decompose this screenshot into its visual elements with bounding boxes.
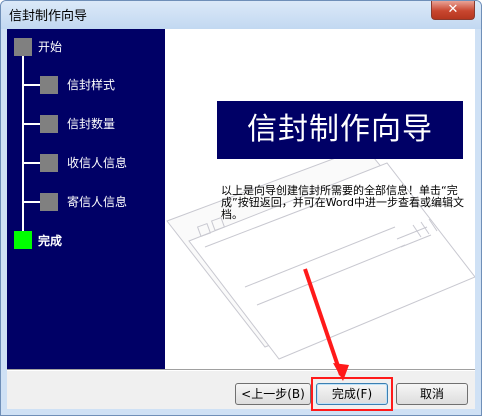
step-label-envelope-count: 信封数量: [67, 117, 116, 131]
step-label-start: 开始: [38, 40, 63, 54]
step-marker-start: [14, 38, 32, 56]
annotation-arrow: [303, 268, 349, 381]
wizard-steps-sidebar: 开始 信封样式 信封数量 收信人信息 寄信人信息 完成: [7, 29, 165, 369]
step-marker-recipient-info: [40, 154, 58, 172]
wizard-banner-title: 信封制作向导: [217, 101, 463, 159]
step-label-sender-info: 寄信人信息: [67, 195, 128, 209]
back-button[interactable]: <上一步(B): [235, 383, 311, 405]
step-label-finish: 完成: [38, 234, 63, 248]
step-marker-finish: [14, 231, 32, 249]
steps-connector-line: [22, 47, 24, 242]
step-marker-envelope-style: [40, 76, 58, 94]
close-button[interactable]: ✕: [431, 1, 475, 20]
wizard-window: 信封制作向导 ✕ 开始 信封样式 信封数量 收信人信息 寄信人信息 完成 信封制…: [0, 0, 482, 416]
window-title: 信封制作向导: [9, 9, 88, 24]
footer-divider: [7, 369, 475, 371]
title-bar: 信封制作向导 ✕: [1, 1, 481, 29]
step-label-recipient-info: 收信人信息: [67, 156, 128, 170]
close-icon: ✕: [447, 2, 459, 17]
dialog-client: 开始 信封样式 信封数量 收信人信息 寄信人信息 完成 信封制作向导 以上是向导…: [7, 29, 475, 411]
cancel-button[interactable]: 取消: [396, 383, 468, 405]
step-marker-sender-info: [40, 193, 58, 211]
completion-description: 以上是向导创建信封所需要的全部信息！单击“完成”按钮返回，并可在Word中进一步…: [221, 184, 464, 221]
step-marker-envelope-count: [40, 115, 58, 133]
step-label-envelope-style: 信封样式: [67, 78, 116, 92]
